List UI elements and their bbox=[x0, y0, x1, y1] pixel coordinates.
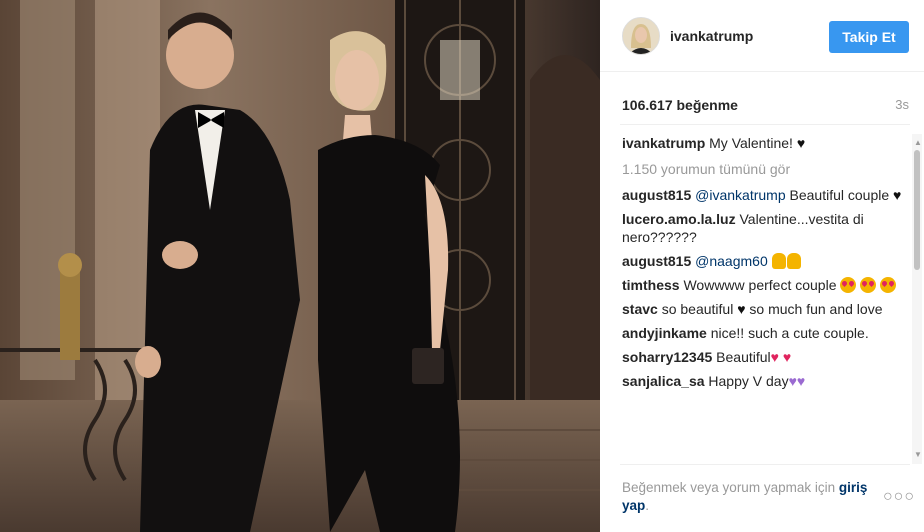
clapping-hands-emoji bbox=[771, 253, 786, 269]
post-photo-image bbox=[0, 0, 600, 532]
comments-list: ivankatrump My Valentine! ♥ 1.150 yorumu… bbox=[622, 134, 907, 464]
comment-username[interactable]: timthess bbox=[622, 277, 680, 293]
divider bbox=[620, 464, 910, 465]
comment-username[interactable]: andyjinkame bbox=[622, 325, 707, 341]
comment-item: andyjinkame nice!! such a cute couple. bbox=[622, 324, 907, 342]
black-heart-emoji: ♥ bbox=[796, 135, 806, 151]
login-suffix: . bbox=[645, 498, 650, 513]
comment-text: Happy V day bbox=[704, 373, 789, 389]
caption-text: My Valentine! bbox=[709, 135, 793, 151]
scrollbar-thumb[interactable] bbox=[914, 150, 920, 270]
caption-username[interactable]: ivankatrump bbox=[622, 135, 705, 151]
avatar[interactable] bbox=[622, 17, 660, 55]
comment-item: timthess Wowwww perfect couple bbox=[622, 276, 907, 294]
scroll-down-arrow-icon[interactable]: ▼ bbox=[914, 450, 922, 459]
black-heart-emoji: ♥ bbox=[893, 187, 902, 203]
login-prompt: Beğenmek veya yorum yapmak için giriş ya… bbox=[622, 479, 872, 515]
post-time[interactable]: 3s bbox=[895, 97, 909, 112]
view-all-comments-link[interactable]: 1.150 yorumun tümünü gör bbox=[622, 160, 907, 178]
likes-count[interactable]: 106.617 beğenme bbox=[622, 97, 738, 113]
heart-eyes-emoji bbox=[840, 277, 857, 293]
divider bbox=[620, 124, 910, 125]
red-heart-emoji: ♥ bbox=[782, 349, 792, 365]
header-username[interactable]: ivankatrump bbox=[670, 28, 753, 44]
heart-eyes-emoji bbox=[860, 277, 877, 293]
follow-button[interactable]: Takip Et bbox=[829, 21, 909, 53]
comment-item: august815 @ivankatrump Beautiful couple … bbox=[622, 186, 907, 204]
more-options-icon[interactable]: ○○○ bbox=[883, 488, 915, 506]
comment-username[interactable]: stavc bbox=[622, 301, 658, 317]
comment-username[interactable]: august815 bbox=[622, 253, 691, 269]
caption: ivankatrump My Valentine! ♥ bbox=[622, 134, 907, 152]
comment-mention[interactable]: @ivankatrump bbox=[695, 187, 785, 203]
comment-text: Beautiful bbox=[712, 349, 771, 365]
comment-text: Beautiful couple bbox=[785, 187, 894, 203]
comment-mention[interactable]: @naagm60 bbox=[695, 253, 768, 269]
comment-username[interactable]: sanjalica_sa bbox=[622, 373, 705, 389]
ok-hand-emoji bbox=[786, 253, 801, 269]
comment-username[interactable]: lucero.amo.la.luz bbox=[622, 211, 736, 227]
comment-item: soharry12345 Beautiful♥ ♥ bbox=[622, 348, 907, 366]
purple-heart-emoji: ♥ bbox=[796, 373, 806, 389]
post-header: ivankatrump Takip Et bbox=[600, 0, 924, 72]
comment-text: so beautiful bbox=[657, 301, 738, 317]
comment-text: Wowwww perfect couple bbox=[679, 277, 841, 293]
heart-eyes-emoji bbox=[880, 277, 897, 293]
login-prompt-text: Beğenmek veya yorum yapmak için bbox=[622, 480, 836, 495]
black-heart-emoji: ♥ bbox=[737, 301, 746, 317]
comment-username[interactable]: august815 bbox=[622, 187, 691, 203]
red-heart-emoji: ♥ bbox=[770, 349, 779, 365]
post-photo[interactable] bbox=[0, 0, 600, 532]
purple-heart-emoji: ♥ bbox=[788, 373, 797, 389]
comment-item: lucero.amo.la.luz Valentine...vestita di… bbox=[622, 210, 907, 246]
comment-item: stavc so beautiful ♥ so much fun and lov… bbox=[622, 300, 907, 318]
post-sidebar: ivankatrump Takip Et 106.617 beğenme 3s … bbox=[600, 0, 924, 532]
comment-text: so much fun and love bbox=[745, 301, 883, 317]
comment-text: nice!! such a cute couple. bbox=[706, 325, 869, 341]
comment-item: august815 @naagm60 bbox=[622, 252, 907, 270]
scroll-up-arrow-icon[interactable]: ▲ bbox=[914, 138, 922, 147]
comment-item: sanjalica_sa Happy V day♥♥ bbox=[622, 372, 907, 390]
comment-username[interactable]: soharry12345 bbox=[622, 349, 712, 365]
avatar-image bbox=[623, 18, 659, 54]
